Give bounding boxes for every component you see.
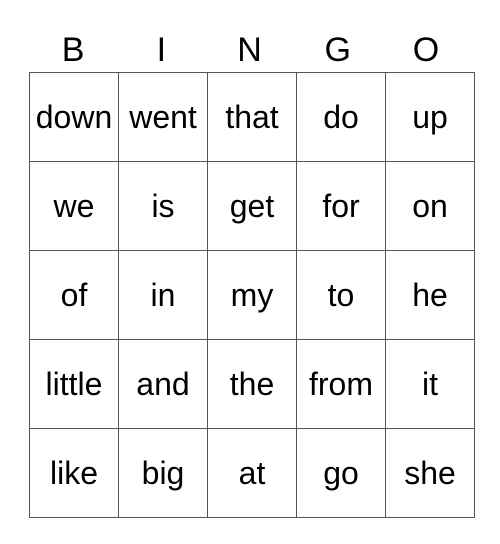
card-cell[interactable]: get <box>207 161 297 251</box>
card-row: like big at go she <box>29 428 475 518</box>
header-letter-o: O <box>412 31 440 69</box>
card-cell[interactable]: to <box>296 250 386 340</box>
card-cell[interactable]: of <box>29 250 119 340</box>
header-letter-i: I <box>156 31 167 69</box>
header-letter-b: B <box>61 31 85 69</box>
card-row: we is get for on <box>29 161 475 251</box>
card-row: down went that do up <box>29 72 475 162</box>
card-cell[interactable]: and <box>118 339 208 429</box>
card-cell[interactable]: do <box>296 72 386 162</box>
card-cell[interactable]: from <box>296 339 386 429</box>
bingo-card: down went that do up we is get for on of… <box>29 72 475 518</box>
card-cell[interactable]: my <box>207 250 297 340</box>
card-cell[interactable]: went <box>118 72 208 162</box>
card-cell[interactable]: we <box>29 161 119 251</box>
card-cell[interactable]: like <box>29 428 119 518</box>
card-cell[interactable]: go <box>296 428 386 518</box>
card-cell[interactable]: down <box>29 72 119 162</box>
card-cell[interactable]: the <box>207 339 297 429</box>
card-cell[interactable]: in <box>118 250 208 340</box>
header-letter-n: N <box>237 31 262 69</box>
card-cell[interactable]: on <box>385 161 475 251</box>
header-letter-g: G <box>324 31 351 69</box>
card-cell[interactable]: big <box>118 428 208 518</box>
card-cell[interactable]: up <box>385 72 475 162</box>
card-row: little and the from it <box>29 339 475 429</box>
card-cell[interactable]: is <box>118 161 208 251</box>
card-row: of in my to he <box>29 250 475 340</box>
card-cell[interactable]: it <box>385 339 475 429</box>
card-cell[interactable]: little <box>29 339 119 429</box>
card-cell[interactable]: for <box>296 161 386 251</box>
card-cell[interactable]: he <box>385 250 475 340</box>
card-cell[interactable]: that <box>207 72 297 162</box>
card-cell[interactable]: she <box>385 428 475 518</box>
bingo-header: B I N G O <box>29 28 470 72</box>
card-cell[interactable]: at <box>207 428 297 518</box>
